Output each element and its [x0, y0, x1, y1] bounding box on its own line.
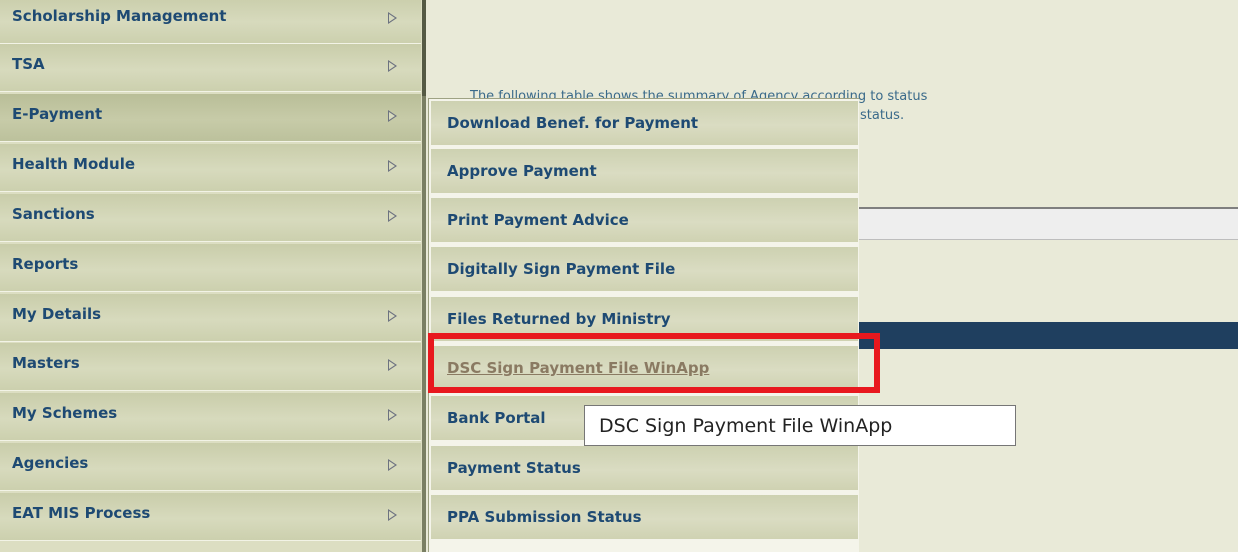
submenu-item-digitally-sign[interactable]: Digitally Sign Payment File	[431, 247, 858, 293]
menu-item-label: Reports	[12, 255, 79, 273]
menu-item-label: Masters	[12, 354, 80, 372]
menu-item-label: E-Payment	[12, 105, 103, 123]
menu-divider	[422, 0, 426, 96]
submenu-item-label: Bank Portal	[447, 409, 546, 427]
menu-item-tsa[interactable]: TSA	[0, 44, 421, 92]
menu-item-label: Scholarship Management	[12, 7, 227, 25]
menu-item-my-details[interactable]: My Details	[0, 294, 421, 342]
chevron-right-icon	[388, 60, 397, 72]
menu-item-reports[interactable]: Reports	[0, 244, 421, 292]
menu-item-label: TSA	[12, 55, 45, 73]
side-menu: Scholarship Management TSA E-Payment Hea…	[0, 0, 422, 552]
menu-item-sanctions[interactable]: Sanctions	[0, 194, 421, 242]
submenu-item-label: Download Benef. for Payment	[447, 114, 699, 132]
menu-item-label: Health Module	[12, 155, 136, 173]
table-header-bar	[858, 207, 1238, 240]
e-payment-submenu: Download Benef. for Payment Approve Paym…	[428, 98, 859, 552]
submenu-item-ppa-submission-status[interactable]: PPA Submission Status	[431, 495, 858, 541]
menu-item-label: My Schemes	[12, 404, 118, 422]
submenu-item-label: Approve Payment	[447, 162, 597, 180]
chevron-right-icon	[388, 12, 397, 24]
menu-item-e-payment[interactable]: E-Payment	[0, 94, 421, 142]
submenu-item-print-payment-advice[interactable]: Print Payment Advice	[431, 198, 858, 244]
menu-item-label: Sanctions	[12, 205, 95, 223]
menu-item-agencies[interactable]: Agencies	[0, 443, 421, 491]
submenu-item-payment-status[interactable]: Payment Status	[431, 446, 858, 492]
menu-item-eat-mis-process[interactable]: EAT MIS Process	[0, 493, 421, 541]
content-description-continued: status.	[860, 108, 905, 123]
menu-item-label: My Details	[12, 305, 102, 323]
menu-item-masters[interactable]: Masters	[0, 343, 421, 391]
submenu-item-label: Files Returned by Ministry	[447, 310, 671, 328]
submenu-item-approve-payment[interactable]: Approve Payment	[431, 149, 858, 195]
menu-item-health-module[interactable]: Health Module	[0, 144, 421, 192]
tooltip: DSC Sign Payment File WinApp	[584, 405, 1016, 446]
chevron-right-icon	[388, 110, 397, 122]
chevron-right-icon	[388, 509, 397, 521]
submenu-item-label: Payment Status	[447, 459, 581, 477]
menu-item-my-schemes[interactable]: My Schemes	[0, 393, 421, 441]
submenu-item-label: Print Payment Advice	[447, 211, 629, 229]
chevron-right-icon	[388, 310, 397, 322]
highlight-box	[428, 333, 880, 393]
menu-divider	[422, 96, 426, 552]
menu-item-label: EAT MIS Process	[12, 504, 151, 522]
chevron-right-icon	[388, 160, 397, 172]
chevron-right-icon	[388, 459, 397, 471]
chevron-right-icon	[388, 359, 397, 371]
submenu-item-label: PPA Submission Status	[447, 508, 642, 526]
menu-item-label: Agencies	[12, 454, 89, 472]
menu-item-scholarship-management[interactable]: Scholarship Management	[0, 0, 421, 44]
submenu-item-label: Digitally Sign Payment File	[447, 260, 676, 278]
chevron-right-icon	[388, 409, 397, 421]
submenu-item-download-benef[interactable]: Download Benef. for Payment	[431, 101, 858, 147]
chevron-right-icon	[388, 210, 397, 222]
table-title-bar	[858, 322, 1238, 349]
